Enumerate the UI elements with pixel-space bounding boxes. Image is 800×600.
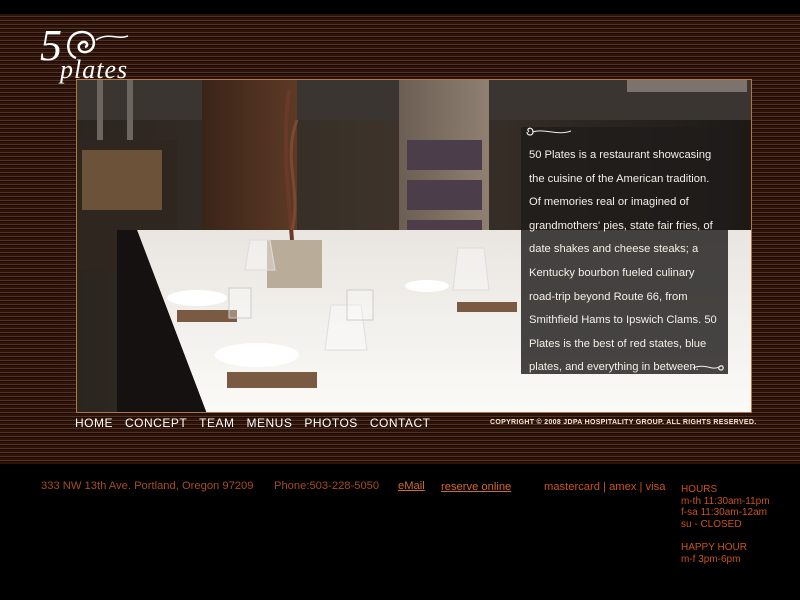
hours-weekdays: m-th 11:30am-11pm [681, 495, 770, 507]
swirl-ornament-top-icon [526, 127, 572, 136]
nav-home[interactable]: HOME [75, 416, 113, 432]
nav-team[interactable]: TEAM [199, 416, 234, 432]
email-link[interactable]: eMail [398, 480, 425, 492]
hours-spacer [681, 530, 770, 542]
reserve-online-link[interactable]: reserve online [441, 481, 511, 493]
nav-photos[interactable]: PHOTOS [304, 416, 357, 432]
nav-menus[interactable]: MENUS [247, 416, 293, 432]
hours-weekend: f-sa 11:30am-12am [681, 507, 767, 518]
swirl-ornament-bottom-icon [692, 365, 724, 371]
address-text: 333 NW 13th Ave. Portland, Oregon 97209 [41, 480, 254, 492]
svg-text:5: 5 [40, 21, 62, 70]
hours-sunday: su - CLOSED [681, 518, 742, 530]
top-bar [0, 0, 800, 14]
payment-methods: mastercard | amex | visa [544, 481, 666, 493]
hours-title: HOURS [681, 484, 718, 495]
happy-hour-title: HAPPY HOUR [681, 542, 747, 553]
hours-block: HOURS m-th 11:30am-11pm f-sa 11:30am-12a… [681, 484, 770, 565]
restaurant-description: 50 Plates is a restaurant showcasing the… [529, 149, 717, 374]
copyright-notice: COPYRIGHT © 2008 JDPA HOSPITALITY GROUP.… [490, 419, 757, 426]
description-panel: 50 Plates is a restaurant showcasing the… [521, 127, 728, 374]
happy-hour-times: m-f 3pm-6pm [681, 553, 741, 565]
phone-text: Phone:503-228-5050 [274, 480, 380, 492]
nav-contact[interactable]: CONTACT [370, 416, 431, 432]
nav-concept[interactable]: CONCEPT [125, 416, 187, 432]
main-navigation: HOME CONCEPT TEAM MENUS PHOTOS CONTACT [75, 416, 442, 432]
